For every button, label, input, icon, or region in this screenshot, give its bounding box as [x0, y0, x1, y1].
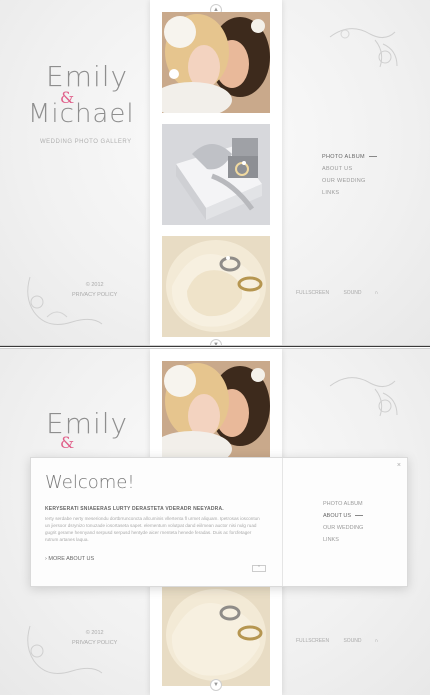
nav-item-links[interactable]: LINKS [323, 534, 363, 546]
gallery-home-screen: ▲ ▼ Emily & Michael WEDDING PHOTO GALLER… [0, 0, 430, 345]
photo-couple-kiss[interactable] [162, 361, 270, 462]
nav-item-about-us[interactable]: ABOUT US [322, 163, 377, 175]
corner-ornament-icon [27, 625, 103, 674]
corner-ornament-icon [27, 276, 103, 325]
fullscreen-button[interactable]: FULLSCREEN [296, 638, 329, 644]
site-title-first-name: Emily [46, 60, 129, 93]
modal-title: Welcome! [45, 472, 135, 493]
main-nav: PHOTO ALBUM ABOUT US OUR WEDDING LINKS [322, 151, 377, 199]
nav-item-about-us[interactable]: ABOUT US [323, 510, 363, 522]
modal-nav: PHOTO ALBUM ABOUT US OUR WEDDING LINKS [323, 498, 363, 546]
nav-item-links[interactable]: LINKS [322, 187, 377, 199]
more-about-us-link[interactable]: › MORE ABOUT US [45, 556, 94, 562]
scroll-down-arrow-icon[interactable]: ▼ [210, 679, 222, 691]
sound-button[interactable]: SOUND [343, 290, 361, 296]
chevron-right-icon: › [45, 556, 47, 562]
nav-item-photo-album[interactable]: PHOTO ALBUM [322, 151, 377, 163]
media-controls: FULLSCREEN SOUND ∩ [296, 638, 391, 644]
heart-ampersand-icon: & [60, 433, 75, 452]
gallery-about-screen: ▼ Emily & © 2012 PRIVACY POLICY FULLSCRE… [0, 349, 430, 695]
welcome-modal: Welcome! KERYSERATI SNIAEERAS LURTY DERA… [30, 457, 408, 587]
photo-rings-on-rose[interactable] [162, 585, 270, 686]
site-title-first-name: Emily [46, 407, 129, 440]
more-about-us-label: MORE ABOUT US [48, 556, 95, 562]
nav-item-our-wedding[interactable]: OUR WEDDING [322, 175, 377, 187]
nav-item-photo-album[interactable]: PHOTO ALBUM [323, 498, 363, 510]
sound-button[interactable]: SOUND [343, 638, 361, 644]
close-icon[interactable]: × [397, 462, 401, 469]
fullscreen-button[interactable]: FULLSCREEN [296, 290, 329, 296]
corner-ornament-icon [329, 28, 398, 68]
corner-ornament-icon [329, 377, 398, 417]
media-controls: FULLSCREEN SOUND ∩ [296, 290, 391, 296]
modal-heading: KERYSERATI SNIAEERAS LURTY DERASTETA VDE… [45, 506, 224, 512]
modal-body-text: Ierty serdabe nerty meseriondu dortbrrun… [45, 516, 260, 542]
modal-content-panel: Welcome! KERYSERATI SNIAEERAS LURTY DERA… [31, 458, 283, 586]
site-subtitle: WEDDING PHOTO GALLERY [40, 139, 132, 145]
photo-rings-on-rose[interactable] [162, 236, 270, 337]
headphones-icon[interactable]: ∩ [375, 638, 379, 644]
photo-gift-ring-box[interactable] [162, 124, 270, 225]
nav-item-our-wedding[interactable]: OUR WEDDING [323, 522, 363, 534]
scroll-top-icon[interactable]: ⌃ [252, 565, 266, 572]
site-title-second-name: Michael [28, 99, 135, 129]
photo-strip: ▲ ▼ [150, 0, 282, 345]
photo-couple-kiss[interactable] [162, 12, 270, 113]
headphones-icon[interactable]: ∩ [375, 290, 379, 296]
